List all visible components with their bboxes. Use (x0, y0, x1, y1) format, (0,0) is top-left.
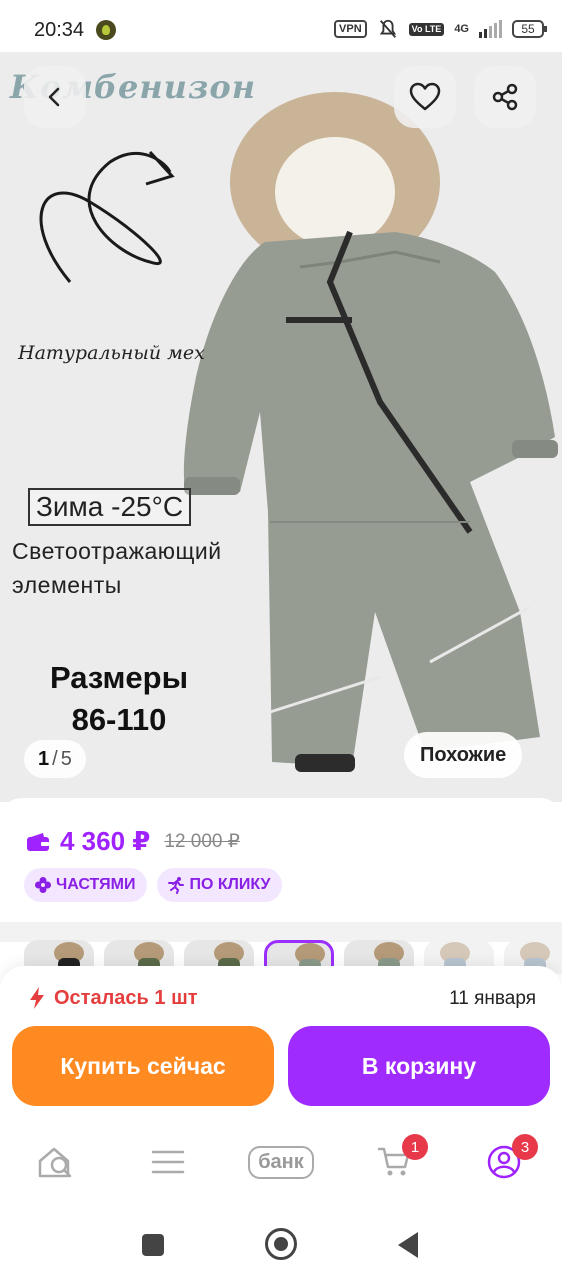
old-price: 12 000 ₽ (164, 831, 240, 852)
reflective-caption: Светоотражающий элементы (12, 538, 222, 598)
status-time: 20:34 (34, 19, 85, 41)
nav-profile[interactable]: 3 (484, 1134, 538, 1182)
buy-now-button[interactable]: Купить сейчас (12, 1026, 274, 1106)
product-image-carousel[interactable]: Комбенизон Натуральный мех Зима -25°C Св… (0, 52, 562, 802)
buy-panel: Осталась 1 шт 11 января Купить сейчас В … (0, 966, 562, 1124)
payment-chips: ЧАСТЯМИ ПО КЛИКУ (24, 868, 283, 902)
fur-caption: Натуральный мех (18, 342, 205, 364)
home-search-icon (38, 1147, 72, 1178)
status-bar: 20:34 VPN Vo LTE 4G 55 (0, 0, 562, 56)
one-click-label: ПО КЛИКУ (189, 876, 271, 893)
installments-icon (35, 877, 51, 893)
vpn-icon: VPN (334, 20, 367, 38)
stock-text: Осталась 1 шт (54, 986, 198, 1009)
similar-button[interactable]: Похожие (404, 732, 523, 778)
share-button[interactable] (474, 66, 536, 128)
sizes-value: 86-110 (71, 702, 167, 737)
counter-total: 5 (60, 747, 72, 770)
current-price: 4 360 ₽ (60, 826, 151, 856)
back-icon (48, 87, 60, 107)
wallet-icon (27, 832, 49, 851)
home-button[interactable] (265, 1228, 297, 1260)
signal-icon (479, 20, 502, 38)
system-navigation-bar (0, 1206, 562, 1280)
back-button[interactable] (24, 66, 86, 128)
bottom-navigation: банк 1 3 (0, 1124, 562, 1206)
counter-current: 1 (38, 747, 50, 770)
muted-bell-icon (379, 19, 396, 38)
battery-icon: 55 (512, 20, 547, 38)
heart-icon (409, 82, 441, 111)
bank-label: банк (248, 1145, 314, 1179)
nav-bank[interactable]: банк (240, 1142, 322, 1182)
nav-home[interactable] (36, 1142, 76, 1182)
volte-icon: Vo LTE (408, 22, 445, 36)
one-click-chip[interactable]: ПО КЛИКУ (157, 868, 283, 902)
image-counter: 1 / 5 (24, 740, 86, 778)
share-icon (492, 83, 518, 111)
price-row: 4 360 ₽ 12 000 ₽ (26, 826, 240, 857)
app-notification-icon (96, 20, 116, 40)
add-to-cart-button[interactable]: В корзину (288, 1026, 550, 1106)
installments-label: ЧАСТЯМИ (56, 876, 136, 893)
favorite-button[interactable] (394, 66, 456, 128)
cart-badge: 1 (402, 1134, 428, 1160)
sizes-label: Размеры (49, 660, 189, 695)
system-back-button[interactable] (398, 1232, 418, 1258)
section-divider (0, 922, 562, 942)
stock-info: Осталась 1 шт (28, 986, 198, 1010)
installments-chip[interactable]: ЧАСТЯМИ (24, 868, 148, 902)
winter-caption: Зима -25°C (28, 488, 192, 526)
status-icons: VPN Vo LTE 4G 55 (334, 18, 547, 40)
delivery-date[interactable]: 11 января (449, 988, 536, 1010)
menu-icon (151, 1150, 185, 1174)
counter-separator: / (52, 747, 58, 770)
recent-apps-button[interactable] (142, 1234, 164, 1256)
lightning-icon (30, 987, 44, 1009)
runner-icon (168, 877, 185, 894)
profile-badge: 3 (512, 1134, 538, 1160)
network-type: 4G (454, 23, 469, 35)
nav-catalog[interactable] (148, 1142, 188, 1182)
nav-cart[interactable]: 1 (374, 1134, 428, 1182)
price-card: 4 360 ₽ 12 000 ₽ ЧАСТЯМИ ПО КЛИКУ (0, 798, 562, 922)
